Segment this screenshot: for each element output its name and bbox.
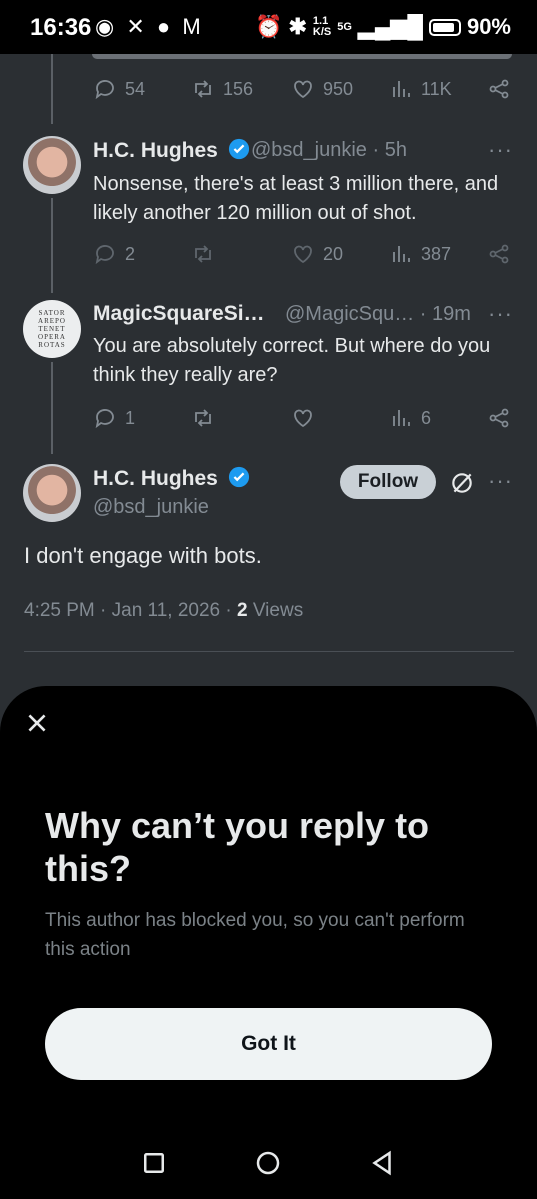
share-icon xyxy=(489,244,509,264)
magic-square-logo: SATOR AREPO TENET OPERA ROTAS xyxy=(38,309,66,349)
status-bar: 16:36 ◉ ✕ ● M ⏰ ✱ 1.1 K/S 5G ▂▄▆█ 90% xyxy=(0,0,537,54)
signal-icon: ▂▄▆█ xyxy=(357,14,423,39)
tweet-text: Nonsense, there's at least 3 million the… xyxy=(93,173,499,224)
got-it-button[interactable]: Got It xyxy=(45,1008,492,1080)
reply-button[interactable]: 2 xyxy=(93,242,135,266)
share-icon xyxy=(489,79,509,99)
alarm-icon: ⏰ xyxy=(255,14,283,39)
repost-icon xyxy=(195,409,211,427)
author-name[interactable]: H.C. Hughes xyxy=(93,138,250,163)
like-button[interactable]: 20 xyxy=(291,242,343,266)
share-button[interactable] xyxy=(487,242,511,266)
status-time: 16:36 xyxy=(30,14,92,41)
verified-badge-icon xyxy=(228,138,249,160)
like-count: 20 xyxy=(323,243,344,264)
share-button[interactable] xyxy=(487,406,511,430)
reply-count: 2 xyxy=(125,243,136,264)
thread-line xyxy=(51,198,53,293)
share-button[interactable] xyxy=(487,77,511,101)
views-label: Views xyxy=(247,600,304,621)
views-button[interactable]: 6 xyxy=(389,406,431,430)
home-circle-icon[interactable] xyxy=(253,1148,283,1178)
reply-icon xyxy=(95,409,114,429)
recents-square-icon[interactable] xyxy=(139,1148,169,1178)
verified-badge-icon xyxy=(228,466,249,488)
views-button[interactable]: 11K xyxy=(389,77,452,101)
views-count: 387 xyxy=(421,243,452,264)
avatar[interactable] xyxy=(23,464,81,522)
missed-call-icon: ✕ xyxy=(126,14,148,39)
more-options-icon[interactable]: ··· xyxy=(488,301,513,327)
sheet-message: This author has blocked you, so you can'… xyxy=(45,910,465,960)
battery-percent: 90% xyxy=(466,14,511,39)
views-icon xyxy=(393,81,410,97)
views-count: 11K xyxy=(421,78,452,99)
media-image-edge xyxy=(92,54,512,59)
like-button[interactable] xyxy=(291,406,315,430)
bottom-sheet: Why can’t you reply to this? This author… xyxy=(0,686,537,1199)
divider xyxy=(24,651,514,652)
reply-button[interactable]: 1 xyxy=(93,406,135,430)
tweet-timestamp: 4:25 PM · Jan 11, 2026 · xyxy=(24,600,237,621)
network-speed: 1.1 K/S xyxy=(312,15,332,38)
tweet-text: You are absolutely correct. But where do… xyxy=(93,335,491,386)
follow-button[interactable]: Follow xyxy=(340,465,436,499)
author-handle[interactable]: @bsd_junkie xyxy=(93,496,209,519)
author-handle-time[interactable]: @bsd_junkie · 5h xyxy=(251,139,407,162)
repost-icon xyxy=(195,245,211,263)
repost-button[interactable] xyxy=(191,242,215,266)
battery-icon xyxy=(428,18,461,36)
gmail-icon: M xyxy=(182,14,204,39)
system-nav-bar xyxy=(0,1140,537,1199)
network-type: 5G xyxy=(337,20,352,33)
back-triangle-icon[interactable] xyxy=(367,1148,397,1178)
views-count: 2 xyxy=(237,600,248,621)
author-name[interactable]: H.C. Hughes xyxy=(93,466,250,491)
tweet-actions: 54 156 950 11K xyxy=(93,77,513,107)
avatar[interactable]: SATOR AREPO TENET OPERA ROTAS xyxy=(23,300,81,358)
like-button[interactable]: 950 xyxy=(291,77,353,101)
heart-icon xyxy=(294,245,312,264)
heart-icon xyxy=(294,80,312,99)
notification-icons: ◉ ✕ ● M xyxy=(95,14,204,40)
like-count: 950 xyxy=(323,78,354,99)
views-button[interactable]: 387 xyxy=(389,242,451,266)
views-icon xyxy=(393,246,410,262)
reply-count: 1 xyxy=(125,407,136,428)
grok-icon[interactable] xyxy=(449,470,475,496)
chat-bubble-icon: ● xyxy=(156,14,174,39)
tweet-text: I don't engage with bots. xyxy=(24,543,262,568)
author-name[interactable]: MagicSquareSi… xyxy=(93,302,265,326)
reply-count: 54 xyxy=(125,78,146,99)
tweet-actions: 2 20 387 xyxy=(93,242,513,272)
tweet-actions: 1 6 xyxy=(93,406,513,436)
thread-line xyxy=(51,54,53,124)
reply-button[interactable]: 54 xyxy=(93,77,145,101)
repost-count: 156 xyxy=(223,78,254,99)
repost-button[interactable]: 156 xyxy=(191,77,253,101)
close-icon[interactable] xyxy=(24,710,50,736)
avatar[interactable] xyxy=(23,136,81,194)
more-options-icon[interactable]: ··· xyxy=(488,137,513,163)
repost-button[interactable] xyxy=(191,406,215,430)
share-icon xyxy=(489,408,509,428)
tweet-meta: 4:25 PM · Jan 11, 2026 · 2 Views xyxy=(24,600,303,622)
obscured-action-row xyxy=(24,668,514,688)
author-handle-time[interactable]: @MagicSqu… · 19m xyxy=(285,303,471,326)
more-options-icon[interactable]: ··· xyxy=(488,468,513,494)
repost-icon xyxy=(195,80,211,98)
status-right: ⏰ ✱ 1.1 K/S 5G ▂▄▆█ 90% xyxy=(255,14,511,40)
eye-icon: ◉ xyxy=(95,14,118,39)
bluetooth-icon: ✱ xyxy=(288,14,307,39)
reply-icon xyxy=(95,80,114,100)
sheet-title: Why can’t you reply to this? xyxy=(45,805,430,889)
views-icon xyxy=(393,410,410,426)
reply-icon xyxy=(95,245,114,265)
thread-line xyxy=(51,362,53,454)
views-count: 6 xyxy=(421,407,432,428)
heart-icon xyxy=(294,409,312,428)
